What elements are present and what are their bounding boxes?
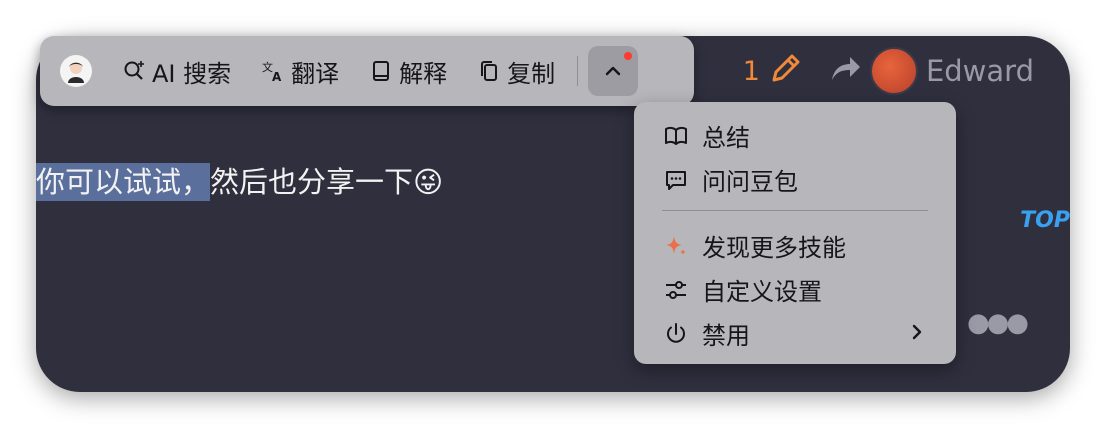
sparkle-icon [664, 234, 688, 258]
more-menu-toggle[interactable] [588, 46, 639, 96]
copy-label: 复制 [507, 59, 556, 88]
book-open-icon [664, 124, 688, 148]
sliders-icon [664, 278, 688, 302]
chevron-up-icon [605, 66, 621, 76]
menu-item-label: 问问豆包 [702, 168, 798, 196]
selection-toolbar: AI 搜索 文A 翻译 解释 复制 [40, 36, 694, 106]
toolbar-divider [577, 56, 579, 86]
ai-search-button[interactable]: AI 搜索 [122, 54, 231, 89]
translate-button[interactable]: 文A 翻译 [261, 54, 339, 89]
explain-label: 解释 [399, 59, 448, 88]
translate-label: 翻译 [291, 59, 340, 88]
book-icon [369, 59, 393, 83]
copy-button[interactable]: 复制 [477, 54, 555, 89]
user-avatar[interactable] [869, 47, 918, 95]
explain-button[interactable]: 解释 [369, 54, 447, 89]
more-options-icon[interactable]: ●●● [967, 308, 1029, 338]
menu-item-discover-skills[interactable]: 发现更多技能 [664, 228, 846, 263]
chevron-right-icon [908, 322, 926, 346]
menu-item-disable[interactable]: 禁用 [664, 316, 750, 351]
menu-item-label: 总结 [702, 124, 750, 152]
menu-item-summarize[interactable]: 总结 [664, 118, 750, 153]
menu-item-label: 发现更多技能 [702, 234, 846, 262]
copy-icon [477, 59, 501, 83]
power-icon [664, 322, 688, 346]
edit-count: 1 [742, 55, 760, 87]
username[interactable]: Edward [926, 54, 1034, 88]
magnify-sparkle-icon [122, 59, 146, 83]
menu-item-ask-doubao[interactable]: 问问豆包 [664, 162, 798, 197]
more-actions-menu: 总结 问问豆包 发现更多技能 自定义设置 禁用 [634, 102, 956, 364]
chat-bubble-icon [664, 168, 688, 192]
assistant-avatar[interactable] [60, 55, 92, 87]
chat-message-text: 你可以试试，然后也分享一下😜 [36, 160, 443, 204]
header-right: 1 Edward [743, 46, 1034, 96]
ai-search-label: AI 搜索 [152, 59, 232, 88]
share-arrow-icon[interactable] [828, 52, 862, 90]
pencil-icon[interactable] [768, 52, 802, 90]
top-badge: TOP [1020, 208, 1070, 233]
menu-divider [662, 210, 928, 211]
menu-item-custom-settings[interactable]: 自定义设置 [664, 272, 822, 307]
svg-text:A: A [272, 70, 282, 83]
notification-dot [624, 52, 633, 60]
menu-item-label: 禁用 [702, 322, 750, 350]
menu-item-label: 自定义设置 [702, 278, 822, 306]
message-remaining-text: 然后也分享一下😜 [210, 165, 444, 199]
selected-text[interactable]: 你可以试试， [36, 163, 211, 201]
translate-icon: 文A [261, 59, 285, 84]
